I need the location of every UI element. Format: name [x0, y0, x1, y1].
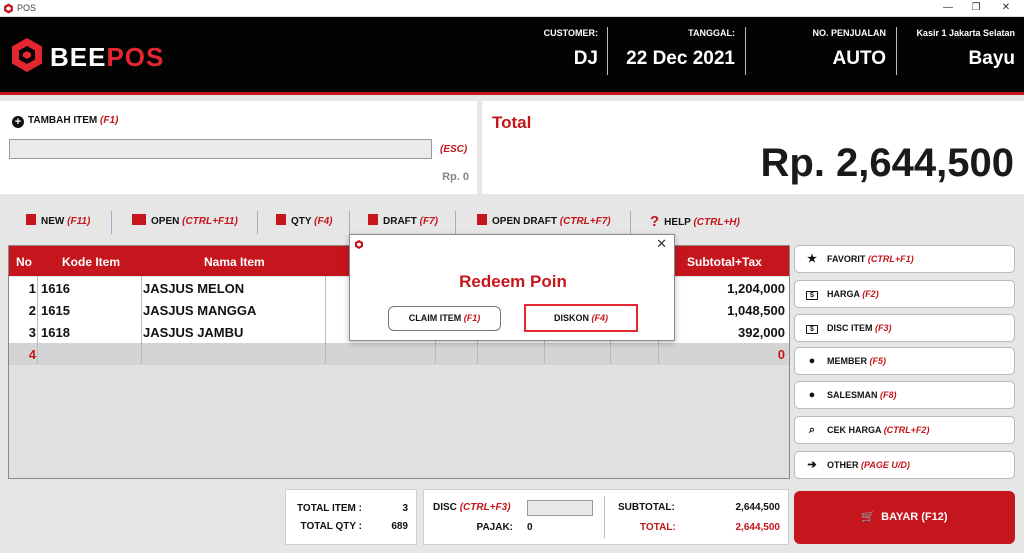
dialog-close-button[interactable]: ✕	[656, 236, 667, 252]
cek-harga-button[interactable]: ⌕ CEK HARGA (CTRL+F2)	[794, 416, 1015, 444]
minimize-button[interactable]: —	[934, 0, 962, 17]
harga-button[interactable]: $ HARGA (F2)	[794, 280, 1015, 308]
column-header-code[interactable]: Kode Item	[62, 255, 120, 269]
cashier-label: Kasir 1 Jakarta Selatan	[916, 28, 1015, 38]
cashier-field: Kasir 1 Jakarta Selatan Bayu	[900, 17, 1015, 92]
header-accent-line	[0, 92, 1024, 95]
bee-logo-icon	[12, 38, 42, 72]
discount-icon: $	[805, 315, 819, 341]
app-header: BEEPOS CUSTOMER: DJ TANGGAL: 22 Dec 2021…	[0, 17, 1024, 92]
window-titlebar: POS — ❐ ✕	[0, 0, 1024, 17]
dialog-title: Redeem Poin	[459, 272, 567, 291]
favorit-button[interactable]: ★ FAVORIT (CTRL+F1)	[794, 245, 1015, 273]
save-icon	[477, 214, 487, 225]
qty-icon	[276, 214, 286, 225]
item-search-input[interactable]	[9, 139, 432, 159]
file-icon	[26, 214, 36, 225]
customer-label: CUSTOMER:	[543, 28, 598, 38]
date-field[interactable]: TANGGAL: 22 Dec 2021	[615, 17, 735, 92]
payment-summary: DISC (CTRL+F3) PAJAK: 0 SUBTOTAL: 2,644,…	[423, 489, 789, 545]
folder-icon	[132, 214, 146, 225]
sale-number-label: NO. PENJUALAN	[812, 28, 886, 38]
total-qty-label: TOTAL QTY :	[300, 521, 362, 532]
app-logo-icon	[4, 3, 13, 14]
disc-label: DISC (CTRL+F3)	[433, 502, 511, 513]
toolbar-divider	[630, 211, 631, 234]
window-close-button[interactable]: ✕	[992, 0, 1020, 17]
help-icon: ?	[650, 213, 660, 230]
new-button[interactable]: NEW (F11)	[26, 212, 90, 232]
quantity-summary: TOTAL ITEM : 3 TOTAL QTY : 689	[285, 489, 417, 545]
qty-button[interactable]: QTY (F4)	[276, 212, 333, 232]
restore-button[interactable]: ❐	[962, 0, 990, 17]
total-qty-value: 689	[391, 521, 408, 532]
column-divider	[141, 276, 142, 364]
total-item-label: TOTAL ITEM :	[297, 503, 362, 514]
claim-item-button[interactable]: CLAIM ITEM (F1)	[388, 306, 501, 331]
user-icon: ●	[808, 355, 816, 367]
discount-button[interactable]: DISKON (F4)	[524, 304, 638, 332]
total-label: Total	[492, 113, 532, 132]
grand-total-value: 2,644,500	[735, 522, 781, 533]
column-divider	[37, 276, 38, 364]
tax-label: PAJAK:	[476, 522, 513, 533]
toolbar-divider	[257, 211, 258, 234]
other-button[interactable]: ➔ OTHER (PAGE U/D)	[794, 451, 1015, 479]
sale-number-value[interactable]: AUTO	[833, 48, 886, 70]
arrow-right-icon: ➔	[807, 459, 817, 471]
salesman-icon: ●	[808, 389, 816, 401]
subtotal-label: SUBTOTAL:	[618, 502, 675, 513]
window-title: POS	[17, 3, 37, 13]
customer-value[interactable]: DJ	[574, 48, 598, 70]
total-panel: Total Rp. 2,644,500	[482, 101, 1024, 194]
date-value[interactable]: 22 Dec 2021	[626, 48, 735, 70]
toolbar-divider	[111, 211, 112, 234]
date-label: TANGGAL:	[688, 28, 735, 38]
header-divider	[607, 27, 608, 75]
toolbar-divider	[349, 211, 350, 234]
help-button[interactable]: ? HELP (CTRL+H)	[650, 212, 740, 232]
member-button[interactable]: ● MEMBER (F5)	[794, 347, 1015, 375]
column-header-name[interactable]: Nama Item	[204, 255, 265, 269]
toolbar-divider	[455, 211, 456, 234]
salesman-button[interactable]: ● SALESMAN (F8)	[794, 381, 1015, 409]
customer-field[interactable]: CUSTOMER: DJ	[530, 17, 598, 92]
column-header-subtotal[interactable]: Subtotal+Tax	[687, 255, 762, 269]
column-header-no[interactable]: No	[16, 255, 32, 269]
subtotal-value: 2,644,500	[735, 502, 781, 513]
tax-value: 0	[527, 522, 533, 533]
plus-circle-icon: +	[12, 116, 24, 128]
header-divider	[896, 27, 897, 75]
header-divider	[745, 27, 746, 75]
disc-item-button[interactable]: $ DISC ITEM (F3)	[794, 314, 1015, 342]
item-price: Rp. 0	[442, 171, 469, 183]
discount-input[interactable]	[527, 500, 593, 516]
open-button[interactable]: OPEN (CTRL+F11)	[132, 212, 238, 232]
total-item-value: 3	[402, 503, 408, 514]
add-item-label: + TAMBAH ITEM (F1)	[12, 115, 118, 128]
redeem-points-dialog: ✕ Redeem Poin CLAIM ITEM (F1) DISKON (F4…	[349, 234, 675, 341]
esc-hint: (ESC)	[440, 144, 468, 155]
column-divider	[325, 276, 326, 364]
search-icon: ⌕	[808, 424, 816, 436]
star-icon: ★	[807, 253, 817, 265]
brand-wordmark: BEEPOS	[50, 42, 165, 72]
grand-total-label: TOTAL:	[640, 522, 676, 533]
add-item-panel: + TAMBAH ITEM (F1) (ESC) Rp. 0	[0, 101, 477, 194]
cashier-value: Bayu	[968, 48, 1015, 69]
save-icon	[368, 214, 378, 225]
sale-number-field[interactable]: NO. PENJUALAN AUTO	[780, 17, 886, 92]
pay-button[interactable]: 🛒 BAYAR (F12)	[794, 491, 1015, 544]
dialog-logo-icon	[355, 240, 363, 249]
price-tag-icon: $	[805, 281, 819, 307]
summary-divider	[604, 496, 605, 538]
total-amount: Rp. 2,644,500	[760, 141, 1015, 185]
draft-button[interactable]: DRAFT (F7)	[368, 212, 438, 232]
cart-icon: 🛒	[861, 511, 876, 523]
table-row-active[interactable]: 4 0	[9, 343, 789, 365]
open-draft-button[interactable]: OPEN DRAFT (CTRL+F7)	[477, 212, 611, 232]
